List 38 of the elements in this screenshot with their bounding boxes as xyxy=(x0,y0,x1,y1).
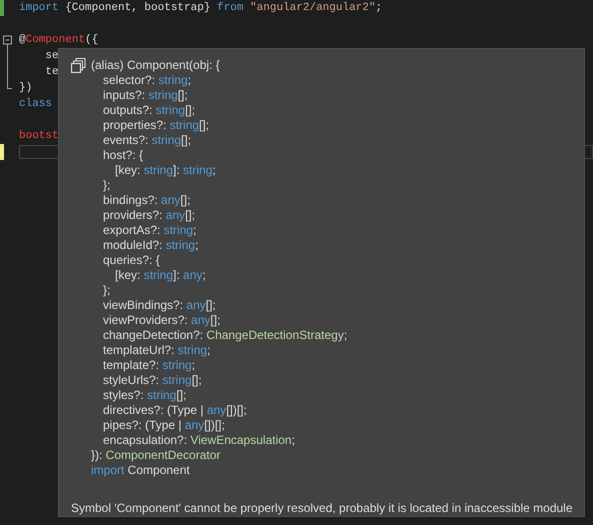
signature-line: (alias) Component(obj: { xyxy=(91,58,220,73)
signature-line: viewProviders?: any[]; xyxy=(103,313,220,328)
signature-line: directives?: (Type | any[])[]; xyxy=(103,403,247,418)
signature-line: bindings?: any[]; xyxy=(103,193,190,208)
signature-line: [key: string]: any; xyxy=(115,268,206,283)
signature-line: [key: string]: string; xyxy=(115,163,216,178)
signature-line: styleUrls?: string[]; xyxy=(103,373,202,388)
signature-line: pipes?: (Type | any[])[]; xyxy=(103,418,225,433)
signature-line: exportAs?: string; xyxy=(103,223,196,238)
code-line: }) xyxy=(19,81,32,96)
signature-line: events?: string[]; xyxy=(103,133,192,148)
code-line: te xyxy=(44,65,59,80)
signature-line: properties?: string[]; xyxy=(103,118,210,133)
stacked-windows-icon xyxy=(71,58,86,73)
signature-line: }; xyxy=(103,178,110,193)
error-message: Symbol 'Component' cannot be properly resolved, probably it is located in inaccessible module xyxy=(71,501,574,516)
code-line: @Component({ xyxy=(19,33,98,48)
signature-line: viewBindings?: any[]; xyxy=(103,298,216,313)
signature-line: templateUrl?: string; xyxy=(103,343,210,358)
signature-line: outputs?: string[]; xyxy=(103,103,196,118)
signature-line: providers?: any[]; xyxy=(103,208,196,223)
signature-line: inputs?: string[]; xyxy=(103,88,188,103)
signature-line: selector?: string; xyxy=(103,73,192,88)
code-line: import {Component, bootstrap} from "angular2/angular2"; xyxy=(19,1,382,16)
signature-line: encapsulation?: ViewEncapsulation; xyxy=(103,433,295,448)
signature-line: moduleId?: string; xyxy=(103,238,198,253)
signature-line: styles?: string[]; xyxy=(103,388,186,403)
signature-line: }; xyxy=(103,283,110,298)
signature-line: queries?: { xyxy=(103,253,160,268)
signature-line: changeDetection?: ChangeDetectionStrategy; xyxy=(103,328,348,343)
code-line: se xyxy=(44,49,59,64)
signature-line: }): ComponentDecorator xyxy=(91,448,220,463)
signature-line: host?: { xyxy=(103,148,144,163)
fold-end xyxy=(7,80,12,89)
code-line: class xyxy=(19,97,52,112)
import-line: import Component xyxy=(91,463,190,478)
signature-line: template?: string; xyxy=(103,358,196,373)
code-line: bootst xyxy=(19,129,59,144)
